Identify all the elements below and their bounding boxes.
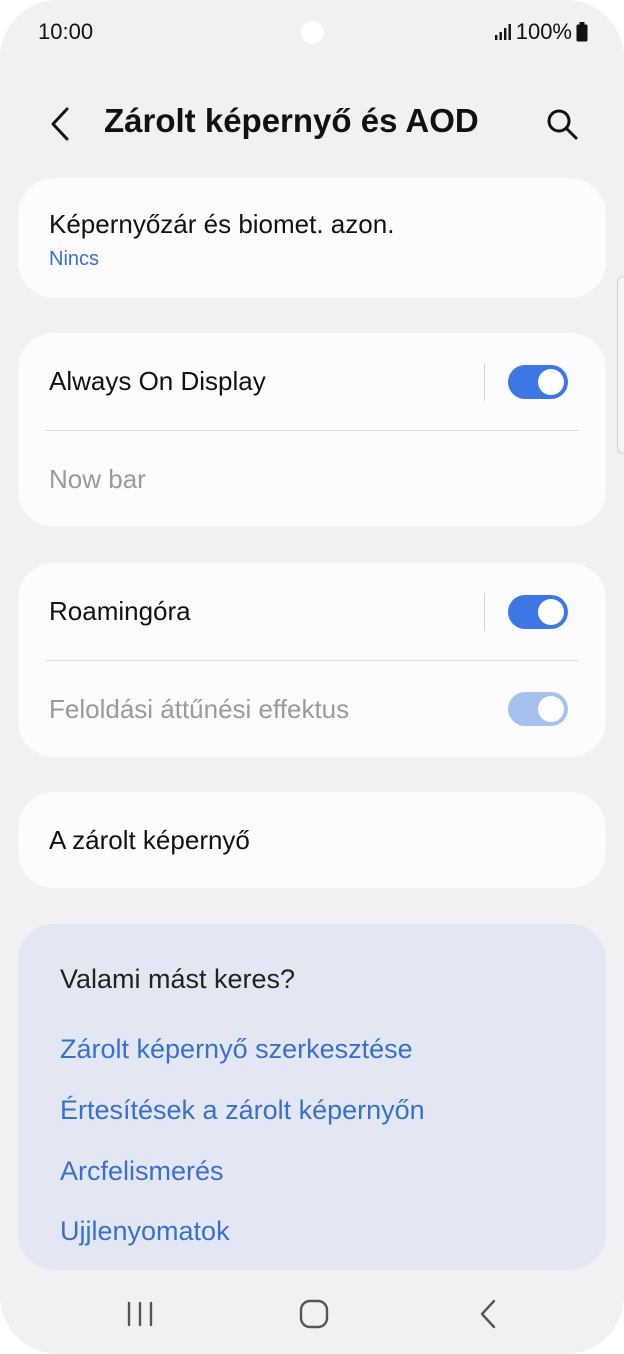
- back-button[interactable]: [40, 104, 80, 144]
- home-icon: [299, 1299, 329, 1329]
- suggestions-card: Valami mást keres? Zárolt képernyő szerk…: [18, 924, 606, 1270]
- now-bar-label[interactable]: Now bar: [49, 464, 146, 495]
- search-button[interactable]: [540, 102, 584, 146]
- roaming-clock-toggle[interactable]: [508, 595, 568, 629]
- nav-back-button[interactable]: [466, 1292, 510, 1336]
- vertical-separator: [484, 593, 485, 631]
- screen-lock-value: Nincs: [49, 248, 100, 270]
- always-on-display-label[interactable]: Always On Display: [49, 366, 266, 397]
- row-divider: [45, 430, 579, 431]
- unlock-effect-toggle[interactable]: [508, 692, 568, 726]
- navigation-bar: [0, 1280, 624, 1350]
- suggestion-link-fingerprints[interactable]: Ujjlenyomatok: [60, 1216, 230, 1247]
- page-title: Zárolt képernyő és AOD: [104, 102, 479, 139]
- status-time: 10:00: [38, 19, 94, 44]
- suggestion-link-notifications[interactable]: Értesítések a zárolt képernyőn: [60, 1095, 425, 1126]
- roaming-clock-label[interactable]: Roamingóra: [49, 596, 191, 627]
- edge-panel-handle[interactable]: [617, 276, 624, 454]
- locked-screen-label: A zárolt képernyő: [49, 825, 250, 855]
- toggle-knob: [538, 369, 564, 395]
- status-indicators: 100%: [494, 19, 588, 45]
- toggle-knob: [538, 696, 564, 722]
- home-button[interactable]: [292, 1292, 336, 1336]
- back-arrow-icon: [51, 107, 69, 141]
- suggestion-link-edit-lock-screen[interactable]: Zárolt képernyő szerkesztése: [60, 1034, 413, 1065]
- front-camera: [301, 21, 324, 44]
- screen-lock-card[interactable]: Képernyőzár és biomet. azon. Nincs: [18, 178, 606, 298]
- suggestion-link-face-recognition[interactable]: Arcfelismerés: [60, 1156, 224, 1187]
- battery-percent: 100%: [515, 19, 572, 44]
- roaming-card: Roamingóra Feloldási áttűnési effektus: [18, 563, 606, 757]
- battery-icon: [576, 22, 588, 42]
- app-header: Zárolt képernyő és AOD: [0, 90, 624, 156]
- toggle-knob: [538, 599, 564, 625]
- recent-apps-icon: [127, 1301, 153, 1327]
- back-icon: [480, 1299, 496, 1329]
- phone-screen: 10:00 100% Zárolt képernyő és AOD Képern…: [0, 0, 624, 1354]
- locked-screen-card[interactable]: A zárolt képernyő: [18, 792, 606, 888]
- unlock-effect-label[interactable]: Feloldási áttűnési effektus: [49, 694, 349, 725]
- recent-apps-button[interactable]: [118, 1292, 162, 1336]
- row-divider: [45, 660, 579, 661]
- screen-lock-title: Képernyőzár és biomet. azon.: [49, 209, 395, 239]
- always-on-display-toggle[interactable]: [508, 365, 568, 399]
- suggestions-title: Valami mást keres?: [60, 964, 296, 994]
- signal-icon: [494, 24, 511, 40]
- status-bar: 10:00 100%: [0, 0, 624, 66]
- vertical-separator: [484, 363, 485, 401]
- search-icon: [547, 109, 578, 140]
- aod-card: Always On Display Now bar: [18, 333, 606, 527]
